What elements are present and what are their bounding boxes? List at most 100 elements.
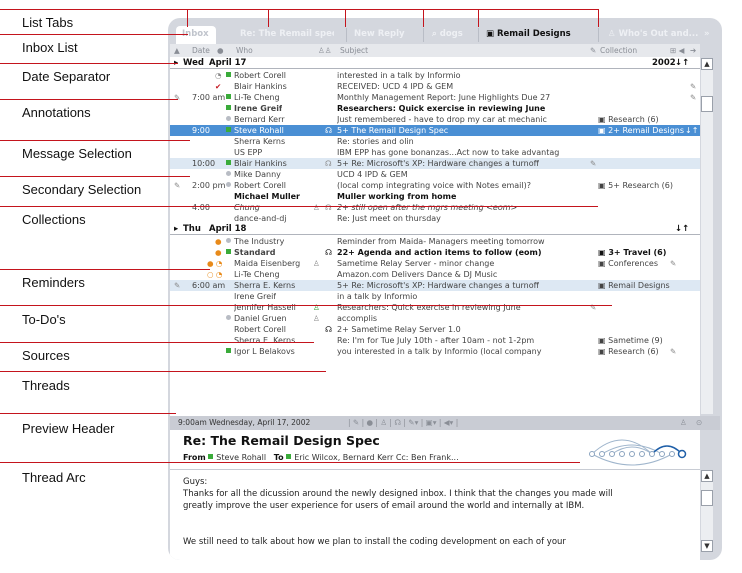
column-header: ▲ Date ● Who ♙♙ Subject ✎ Collection ⊞ ◀… — [170, 44, 700, 57]
reminder-icon: ● — [215, 237, 222, 246]
thread-arc[interactable] — [582, 432, 698, 468]
to-recipients[interactable]: Eric Wilcox, Bernard Kerr Cc: Ben Frank.… — [294, 453, 458, 462]
subject: Researchers: Quick exercise in reviewing… — [337, 104, 546, 113]
table-row[interactable]: ✎ 2:00 pm Robert Corell (local comp inte… — [170, 180, 700, 191]
tab-label: Re: The Remail spec — [240, 29, 334, 39]
tab-label: New Reply — [354, 29, 405, 39]
table-row[interactable]: ✎ 7:00 am Li-Te Cheng Monthly Management… — [170, 92, 700, 103]
subject: in a talk by Informio — [337, 292, 418, 301]
table-row[interactable]: Sherra E. Kerns Re: I'm for Tue July 10t… — [170, 335, 700, 346]
thread-icon: ☊ — [325, 248, 333, 257]
subject: 5+ The Remail Design Spec — [337, 126, 449, 135]
body-paragraph: We still need to talk about how we plan … — [183, 537, 566, 547]
table-row[interactable]: Jennifer Hassell ♙ Researchers: Quick ex… — [170, 302, 700, 313]
table-row[interactable]: Mike Danny UCD 4 IPD & GEM — [170, 169, 700, 180]
collection: ▣ 2+ Remail Designs — [598, 126, 685, 135]
table-row[interactable]: Michael Muller Muller working from home — [170, 191, 700, 202]
subject: IBM EPP has gone bonanzas...Act now to t… — [337, 148, 560, 157]
source-icon: ♙ — [313, 314, 320, 323]
expand-triangle-icon[interactable]: ▸ — [174, 224, 178, 235]
table-row[interactable]: Irene Greif in a talk by Informio — [170, 291, 700, 302]
column-arrow-icon[interactable]: ➔ — [690, 46, 696, 55]
sender: Mike Danny — [226, 169, 281, 180]
tab-new-reply[interactable]: New Reply — [348, 26, 418, 44]
secondary-selected-row[interactable]: 10:00 Blair Hankins ☊ 5+ Re: Microsoft's… — [170, 158, 700, 169]
sort-arrows-icon[interactable]: ↓↑ — [675, 58, 689, 69]
table-row[interactable]: ● ◔ Maida Eisenberg ♙ Sametime Relay Ser… — [170, 258, 700, 269]
table-row[interactable]: Sherra Kerns Re: stories and olin — [170, 136, 700, 147]
scroll-up-button[interactable]: ▲ — [701, 470, 713, 482]
annotation-label-todos: To-Do's — [22, 312, 66, 327]
tabs-overflow-button[interactable]: » — [702, 26, 720, 44]
tab-divider — [423, 28, 424, 42]
subject: 5+ Re: Microsoft's XP: Hardware changes … — [337, 159, 540, 168]
table-row[interactable]: Igor L Belakovs you interested in a talk… — [170, 346, 700, 357]
sender: Robert Corell — [234, 325, 287, 334]
table-row[interactable]: ✔ Blair Hankins RECEIVED: UCD 4 IPD & GE… — [170, 81, 700, 92]
from-sender[interactable]: Steve Rohall — [216, 453, 266, 462]
body-scrollbar[interactable]: ▲ ▼ — [701, 470, 713, 552]
sender: Maida Eisenberg — [234, 259, 301, 268]
source-icon: ♙ — [313, 203, 320, 212]
table-row[interactable]: 4:00 Chung ♙ ☊ 2+ still open after the m… — [170, 202, 700, 213]
column-who[interactable]: Who — [236, 46, 253, 55]
annotation-label-thread-arc: Thread Arc — [22, 470, 86, 485]
tab-label: Remail Designs — [497, 29, 571, 39]
collection: ▣ 5+ Research (6) — [598, 181, 674, 190]
tab-remail-spec[interactable]: Re: The Remail spec — [234, 26, 334, 44]
scroll-thumb[interactable] — [701, 490, 713, 506]
play-circle-icon[interactable]: ⊙ — [696, 418, 702, 427]
secondary-selected-row[interactable]: ✎ 6:00 am Sherra E. Kerns 5+ Re: Microso… — [170, 280, 700, 291]
separator-day: Thu — [183, 224, 201, 234]
tab-remail-designs[interactable]: ▣ Remail Designs — [480, 26, 600, 44]
sort-arrows-icon[interactable]: ↓↑ — [675, 224, 689, 235]
to-label: To — [273, 453, 284, 462]
person-icon[interactable]: ♙ — [680, 418, 687, 427]
inbox-scrollbar[interactable]: ▲ — [701, 58, 713, 414]
annotation-icon: ✎ — [174, 93, 181, 102]
subject: Re: Just meet on thursday — [337, 214, 441, 223]
collection-icon: ▣ — [486, 29, 495, 39]
message-body[interactable]: Guys: Thanks for all the dicussion aroun… — [170, 470, 700, 560]
table-row[interactable]: Daniel Gruen ♙ accomplis — [170, 313, 700, 324]
selected-message-row[interactable]: 9:00 Steve Rohall ☊ 5+ The Remail Design… — [170, 125, 700, 136]
table-row[interactable]: US EPP IBM EPP has gone bonanzas...Act n… — [170, 147, 700, 158]
table-row[interactable]: dance-and-dj Re: Just meet on thursday — [170, 213, 700, 224]
sender: Li-Te Cheng — [226, 92, 280, 103]
preview-header: Re: The Remail Design Spec From Steve Ro… — [170, 430, 700, 470]
preview-toolbar-icons[interactable]: | ✎ | ● | ♙ | ☊ | ✎▾ | ▣▾ | ◀▾ | — [348, 418, 458, 427]
separator-day: Wed — [183, 58, 204, 68]
annotation-icon: ✎ — [690, 82, 697, 91]
scroll-up-button[interactable]: ▲ — [701, 58, 713, 70]
subject: (local comp integrating voice with Notes… — [337, 181, 531, 190]
column-collection[interactable]: Collection — [600, 46, 637, 55]
table-row[interactable]: ● Standard ☊ 22+ Agenda and action items… — [170, 247, 700, 258]
scroll-thumb[interactable] — [701, 96, 713, 112]
table-row[interactable]: Irene Greif Researchers: Quick exercise … — [170, 103, 700, 114]
tab-dogs[interactable]: ⌕ dogs — [426, 26, 476, 44]
tab-whos-out[interactable]: ♙ Who's Out and... — [602, 26, 698, 44]
column-subject[interactable]: Subject — [340, 46, 368, 55]
tab-divider — [346, 28, 347, 42]
table-row[interactable]: ◔ Robert Corell interested in a talk by … — [170, 70, 700, 81]
table-row[interactable]: ● The Industry Reminder from Maida- Mana… — [170, 236, 700, 247]
table-row[interactable]: ○ ◔ Li-Te Cheng Amazon.com Delivers Danc… — [170, 269, 700, 280]
body-greeting: Guys: — [183, 477, 208, 487]
tab-inbox[interactable]: Inbox — [176, 26, 216, 44]
annotation-icon: ✎ — [174, 281, 181, 290]
column-options-icon[interactable]: ⊞ ◀ — [670, 46, 684, 55]
subject: 5+ Re: Microsoft's XP: Hardware changes … — [337, 281, 540, 290]
table-row[interactable]: Bernard Kerr Just remembered - have to d… — [170, 114, 700, 125]
table-row[interactable]: Robert Corell ☊ 2+ Sametime Relay Server… — [170, 324, 700, 335]
collection: ▣ 3+ Travel (6) — [598, 248, 667, 257]
sender: Daniel Gruen — [226, 313, 287, 324]
scroll-down-button[interactable]: ▼ — [701, 540, 713, 552]
subject: Monthly Management Report: June Highligh… — [337, 93, 551, 102]
sender: Michael Muller — [234, 192, 301, 201]
column-date[interactable]: Date — [192, 46, 210, 55]
subject: Muller working from home — [337, 192, 457, 201]
reminder-icon: ◔ — [215, 71, 222, 80]
reminder-icon: ● — [215, 248, 222, 257]
sender: Chung — [234, 203, 260, 212]
tab-divider — [478, 28, 479, 42]
